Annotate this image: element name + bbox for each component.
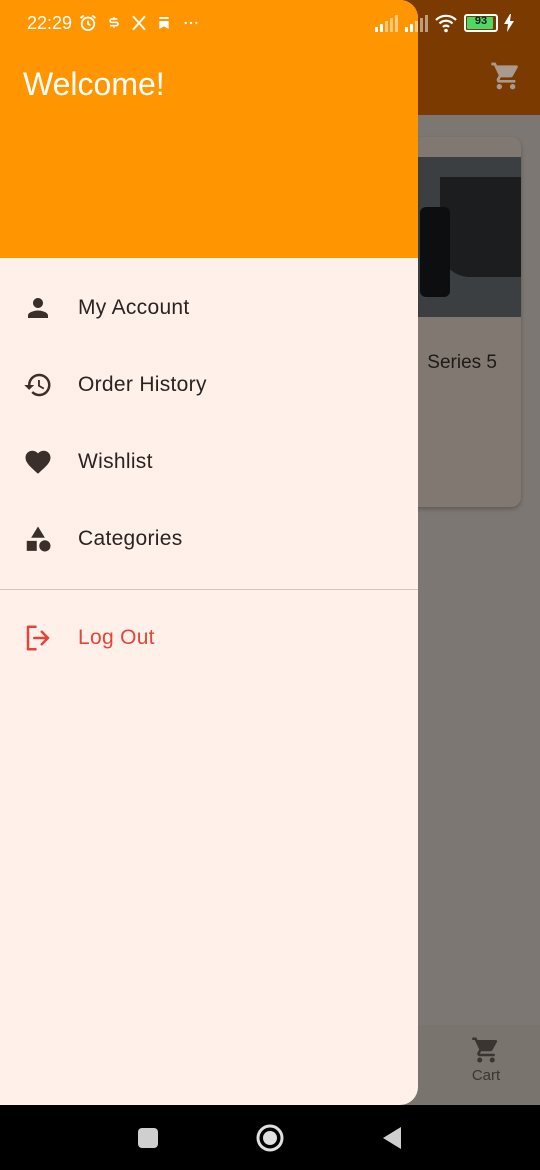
watch-face [420,207,450,297]
menu-divider [0,589,418,590]
signal-icon [405,15,428,32]
alarm-icon [79,14,97,32]
cart-icon[interactable] [490,60,522,92]
product-card[interactable]: Series 5 [400,137,521,507]
menu-item-label: Wishlist [78,450,153,473]
charging-icon [504,14,514,32]
menu-item-categories[interactable]: Categories [0,506,418,572]
system-navigation-bar [0,1105,540,1170]
s-app-icon [109,17,119,28]
menu-item-label: Categories [78,527,183,550]
wifi-icon [435,14,457,33]
logout-icon [26,625,50,651]
history-icon [24,373,51,397]
battery-percentage: 93 [474,15,488,27]
home-button[interactable] [255,1123,285,1153]
recents-button[interactable] [137,1127,159,1149]
menu-item-label: My Account [78,296,190,319]
x-app-icon [132,15,146,31]
status-time: 22:29 [27,13,73,33]
navigation-drawer: Welcome! My Account Order History Wishli… [0,0,418,1105]
more-dots-icon [184,21,198,25]
menu-item-label: Order History [78,373,207,396]
back-button[interactable] [381,1126,403,1150]
menu-item-order-history[interactable]: Order History [0,352,418,418]
bottom-nav-cart[interactable]: Cart [462,1035,510,1084]
log-out-label: Log Out [78,626,155,649]
status-bar: 22:29 93 [0,0,540,46]
menu-item-log-out[interactable]: Log Out [0,605,418,671]
menu-item-my-account[interactable]: My Account [0,275,418,341]
product-title: Series 5 [427,352,497,373]
person-icon [28,298,48,318]
battery-icon: 93 [464,14,498,32]
bottom-nav-cart-label: Cart [471,1067,501,1084]
product-image [400,157,521,317]
welcome-title: Welcome! [23,66,165,102]
cart-icon [472,1037,498,1063]
menu-item-wishlist[interactable]: Wishlist [0,429,418,495]
heart-icon [25,450,51,474]
signal-icon [375,15,398,32]
categories-icon [26,526,51,552]
notification-icons [78,13,202,33]
system-status-icons: 93 [374,12,514,34]
bookmark-icon [159,17,169,29]
watch-band [440,177,521,277]
